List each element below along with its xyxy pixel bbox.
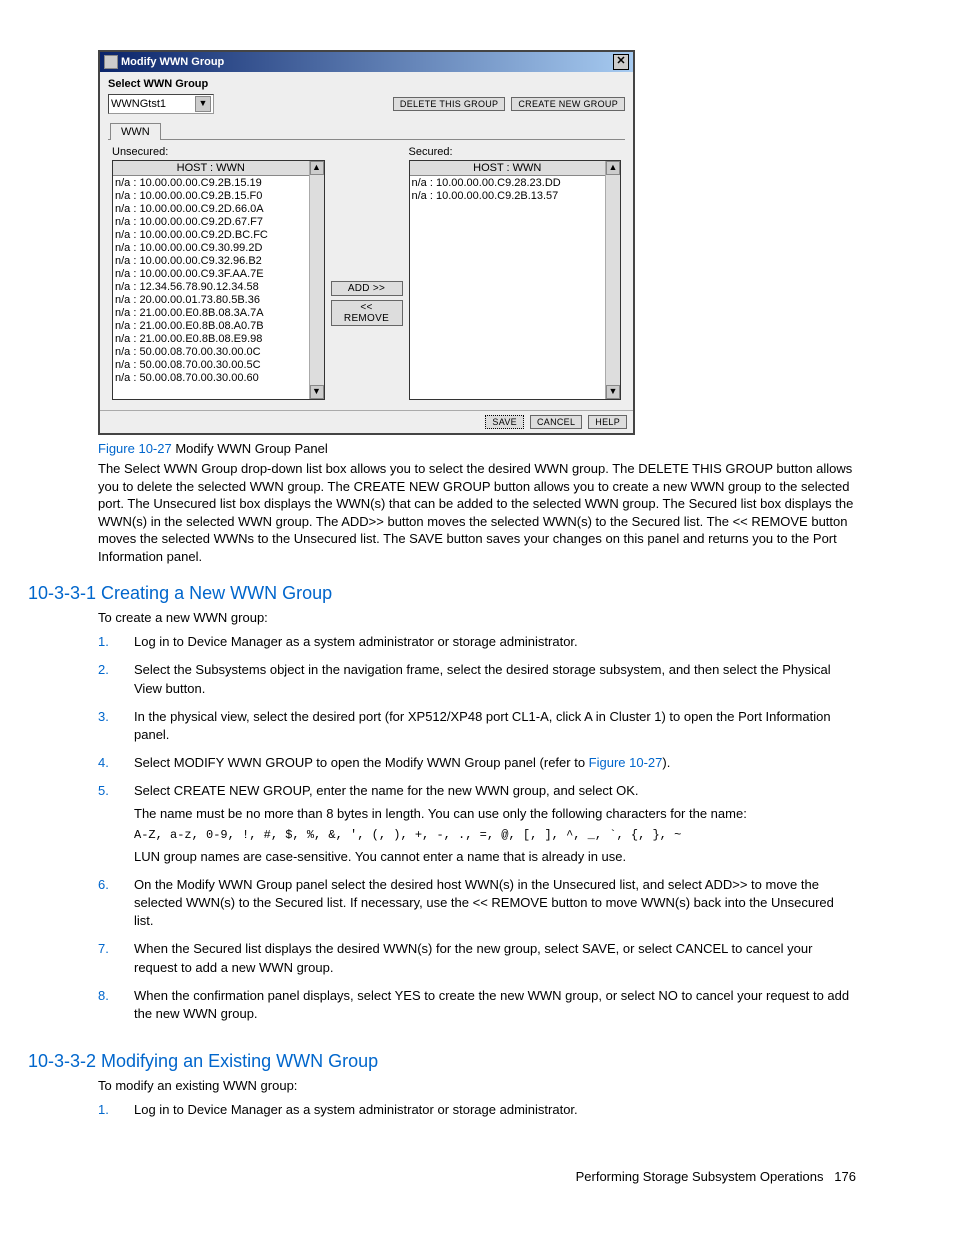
figure-link[interactable]: Figure 10-27 — [589, 755, 663, 770]
step-item: Select the Subsystems object in the navi… — [98, 661, 856, 707]
step-item: On the Modify WWN Group panel select the… — [98, 876, 856, 941]
cancel-button[interactable]: CANCEL — [530, 415, 582, 429]
list-item[interactable]: n/a : 10.00.00.00.C9.2B.13.57 — [410, 189, 606, 202]
secured-label: Secured: — [409, 146, 622, 160]
list-header-secured: HOST : WWN — [410, 161, 606, 176]
create-new-group-button[interactable]: CREATE NEW GROUP — [511, 97, 625, 111]
list-item[interactable]: n/a : 10.00.00.00.C9.3F.AA.7E — [113, 267, 309, 280]
figure-ref: Figure 10-27 — [98, 441, 172, 456]
list-item[interactable]: n/a : 21.00.00.E0.8B.08.A0.7B — [113, 319, 309, 332]
list-item[interactable]: n/a : 50.00.08.70.00.30.00.0C — [113, 345, 309, 358]
list-header-unsecured: HOST : WWN — [113, 161, 309, 176]
list-item[interactable]: n/a : 50.00.08.70.00.30.00.5C — [113, 358, 309, 371]
tab-wwn[interactable]: WWN — [110, 123, 161, 140]
scroll-up-icon[interactable]: ▲ — [310, 161, 324, 175]
list-item[interactable]: n/a : 10.00.00.00.C9.2D.66.0A — [113, 202, 309, 215]
figure-caption: Figure 10-27 Modify WWN Group Panel — [98, 441, 856, 456]
scroll-down-icon[interactable]: ▼ — [606, 385, 620, 399]
select-wwn-group-label: Select WWN Group — [108, 78, 625, 90]
list-item[interactable]: n/a : 21.00.00.E0.8B.08.3A.7A — [113, 306, 309, 319]
step-item: Select CREATE NEW GROUP, enter the name … — [98, 782, 856, 875]
description-paragraph: The Select WWN Group drop-down list box … — [98, 460, 856, 565]
step-item: Log in to Device Manager as a system adm… — [98, 1101, 856, 1129]
dropdown-value: WWNGtst1 — [111, 98, 166, 110]
window-title: Modify WWN Group — [121, 56, 224, 68]
step-item: Select MODIFY WWN GROUP to open the Modi… — [98, 754, 856, 782]
list-item[interactable]: n/a : 10.00.00.00.C9.2D.67.F7 — [113, 215, 309, 228]
list-item[interactable]: n/a : 10.00.00.00.C9.32.96.B2 — [113, 254, 309, 267]
close-icon[interactable]: ✕ — [613, 54, 629, 70]
list-item[interactable]: n/a : 10.00.00.00.C9.2D.BC.FC — [113, 228, 309, 241]
allowed-chars: A-Z, a-z, 0-9, !, #, $, %, &, ', (, ), +… — [134, 827, 856, 844]
tab-strip: WWN — [108, 122, 625, 140]
list-item[interactable]: n/a : 10.00.00.00.C9.2B.15.F0 — [113, 189, 309, 202]
step-item: Log in to Device Manager as a system adm… — [98, 633, 856, 661]
unsecured-label: Unsecured: — [112, 146, 325, 160]
step-item: In the physical view, select the desired… — [98, 708, 856, 754]
list-item[interactable]: n/a : 21.00.00.E0.8B.08.E9.98 — [113, 332, 309, 345]
delete-this-group-button[interactable]: DELETE THIS GROUP — [393, 97, 505, 111]
secured-listbox[interactable]: HOST : WWN n/a : 10.00.00.00.C9.28.23.DD… — [409, 160, 622, 400]
list-item[interactable]: n/a : 10.00.00.00.C9.30.99.2D — [113, 241, 309, 254]
section-1-intro: To create a new WWN group: — [98, 610, 856, 625]
scroll-down-icon[interactable]: ▼ — [310, 385, 324, 399]
scroll-up-icon[interactable]: ▲ — [606, 161, 620, 175]
save-button[interactable]: SAVE — [485, 415, 524, 429]
modify-wwn-group-panel: Modify WWN Group ✕ Select WWN Group WWNG… — [98, 50, 635, 435]
section-heading-1: 10-3-3-1 Creating a New WWN Group — [28, 583, 856, 604]
step-item: When the Secured list displays the desir… — [98, 940, 856, 986]
app-icon — [104, 55, 118, 69]
list-item[interactable]: n/a : 12.34.56.78.90.12.34.58 — [113, 280, 309, 293]
list-item[interactable]: n/a : 50.00.08.70.00.30.00.60 — [113, 371, 309, 384]
add-button[interactable]: ADD >> — [331, 281, 403, 296]
section-2-intro: To modify an existing WWN group: — [98, 1078, 856, 1093]
scrollbar[interactable]: ▲ ▼ — [605, 161, 620, 399]
page-footer: Performing Storage Subsystem Operations … — [98, 1169, 856, 1184]
help-button[interactable]: HELP — [588, 415, 627, 429]
scrollbar[interactable]: ▲ ▼ — [309, 161, 324, 399]
chevron-down-icon: ▼ — [195, 96, 211, 112]
step-item: When the confirmation panel displays, se… — [98, 987, 856, 1033]
remove-button[interactable]: << REMOVE — [331, 300, 403, 326]
wwn-group-dropdown[interactable]: WWNGtst1 ▼ — [108, 94, 214, 114]
list-item[interactable]: n/a : 20.00.00.01.73.80.5B.36 — [113, 293, 309, 306]
list-item[interactable]: n/a : 10.00.00.00.C9.2B.15.19 — [113, 176, 309, 189]
titlebar: Modify WWN Group ✕ — [100, 52, 633, 72]
list-item[interactable]: n/a : 10.00.00.00.C9.28.23.DD — [410, 176, 606, 189]
unsecured-listbox[interactable]: HOST : WWN n/a : 10.00.00.00.C9.2B.15.19… — [112, 160, 325, 400]
section-heading-2: 10-3-3-2 Modifying an Existing WWN Group — [28, 1051, 856, 1072]
